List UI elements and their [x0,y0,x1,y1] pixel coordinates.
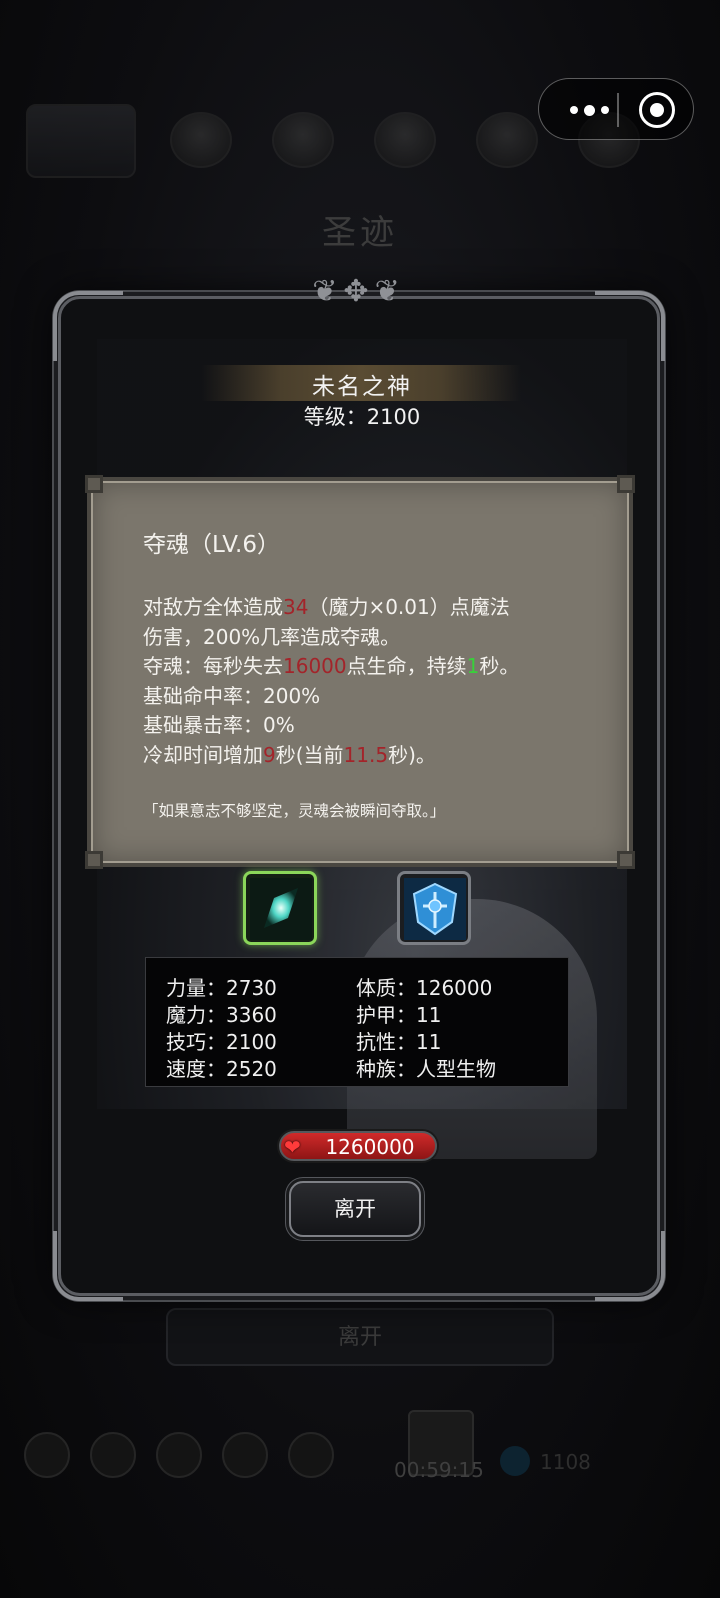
cooldown-current-value: 11.5 [343,742,389,767]
skill-flavor-quote: 「如果意志不够坚定，灵魂会被瞬间夺取。」 [143,802,446,820]
background-tab [170,112,232,168]
leave-button[interactable]: 离开 [289,1181,421,1237]
desc-text: 点生命，持续 [346,654,467,678]
desc-text: 秒(当前 [275,742,344,767]
attr-resistance: 抗性：11 [356,1030,442,1054]
hp-bar: ❤ 1260000 [279,1131,437,1161]
skill-desc-line: 对敌方全体造成34（魔力×0.01）点魔法 [143,593,603,623]
panel-corner [85,475,103,493]
desc-text: 夺魂：每秒失去 [143,654,283,678]
skill-desc-line: 冷却时间增加9秒(当前11.5秒)。 [143,741,603,771]
attr-strength: 力量：2730 [166,976,277,1000]
background-menu-icon [288,1432,334,1478]
skill-title: 夺魂（LV.6） [143,532,281,558]
desc-text: （魔力×0.01）点魔法 [308,595,510,619]
attr-skill: 技巧：2100 [166,1030,277,1054]
heart-icon: ❤ [284,1135,301,1159]
attributes-panel: 力量：2730 魔力：3360 技巧：2100 速度：2520 体质：12600… [145,957,569,1087]
background-menu-icon [156,1432,202,1478]
desc-text: 对敌方全体造成 [143,595,283,619]
boss-name: 未名之神 [312,374,412,400]
attr-magic: 魔力：3360 [166,1003,277,1027]
crystal-shard-icon[interactable] [243,871,317,945]
boss-level: 等级：2100 [303,405,421,429]
close-miniprogram-icon[interactable] [639,92,675,128]
background-tab [374,112,436,168]
desc-text: 冷却时间增加 [143,742,263,767]
desc-text: 秒)。 [388,742,436,767]
frame-top-ornament: ❦✥❦ [312,274,406,309]
panel-corner [85,851,103,869]
background-tab [272,112,334,168]
frame-corner-ornament [53,1231,123,1301]
panel-corner [617,851,635,869]
background-leave-button: 离开 [166,1308,554,1366]
blue-shield-icon[interactable] [397,871,471,945]
more-options-icon[interactable] [561,95,617,125]
skill-desc-line: 基础命中率：200% [143,683,321,708]
background-menu-icon [90,1432,136,1478]
attr-constitution: 体质：126000 [356,976,493,1000]
skill-desc-line: 夺魂：每秒失去16000点生命，持续1秒。 [143,652,603,682]
attr-speed: 速度：2520 [166,1057,277,1081]
skill-desc-line: 伤害，200%几率造成夺魂。 [143,624,401,649]
damage-value: 34 [283,595,309,619]
skill-desc-line: 基础暴击率：0% [143,713,295,737]
cooldown-add-value: 9 [263,742,276,767]
skill-description: 对敌方全体造成34（魔力×0.01）点魔法 伤害，200%几率造成夺魂。 夺魂：… [143,593,603,770]
background-gem-icon [500,1446,530,1476]
attr-race: 种族：人型生物 [356,1057,496,1081]
panel-corner [617,475,635,493]
background-title: 圣迹 [322,213,398,253]
background-tab [476,112,538,168]
hp-value: 1260000 [325,1135,415,1159]
boss-info-dialog: ❦✥❦ 未名之神 等级：2100 夺魂（LV.6） 对敌方全体造成34（魔力×0… [53,277,665,1301]
frame-corner-ornament [595,1231,665,1301]
background-gem-value: 1108 [540,1450,591,1474]
miniprogram-capsule [538,78,694,140]
hp-loss-value: 16000 [283,654,347,678]
desc-text: 秒。 [479,654,520,678]
capsule-divider [617,93,619,127]
background-menu-icon [222,1432,268,1478]
background-bottom-bar: 00:59:15 1108 [0,1400,720,1510]
skill-panel: 夺魂（LV.6） 对敌方全体造成34（魔力×0.01）点魔法 伤害，200%几率… [85,475,635,869]
background-timer: 00:59:15 [394,1458,484,1482]
attr-armor: 护甲：11 [356,1003,442,1027]
duration-value: 1 [466,654,480,678]
background-menu-icon [24,1432,70,1478]
background-tab [26,104,136,178]
